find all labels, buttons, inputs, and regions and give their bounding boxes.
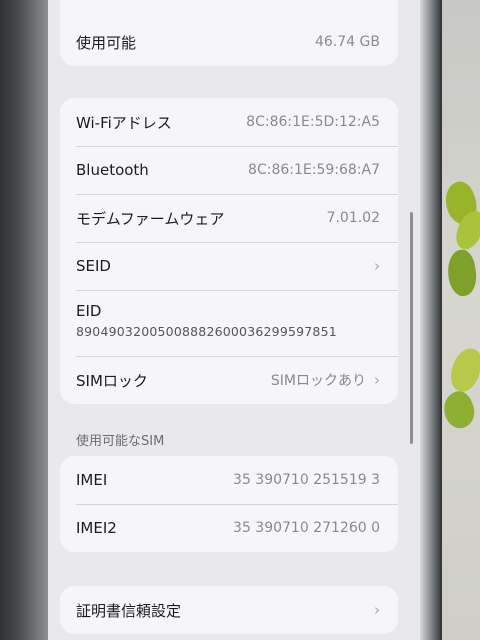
imei-value: 35 390710 251519 3 [233, 472, 380, 488]
seid-label: SEID [76, 257, 111, 275]
chevron-right-icon: › [374, 371, 380, 389]
eid-value: 89049032005008882600036299597851 [76, 324, 337, 339]
modem-firmware-row: モデムファームウェア 7.01.02 [60, 194, 398, 242]
storage-card: 使用可能 46.74 GB [60, 0, 398, 66]
wifi-address-row: Wi-Fiアドレス 8C:86:1E:5D:12:A5 [60, 98, 398, 146]
background [442, 0, 480, 640]
eid-row: EID 89049032005008882600036299597851 [60, 290, 398, 356]
available-sim-section-title: 使用可能なSIM [76, 434, 165, 449]
modem-firmware-value: 7.01.02 [326, 210, 380, 226]
imei2-label: IMEI2 [76, 519, 117, 537]
bluetooth-value: 8C:86:1E:59:68:A7 [248, 162, 380, 178]
imei2-value: 35 390710 271260 0 [233, 520, 380, 536]
chevron-right-icon: › [374, 257, 380, 275]
chevron-right-icon: › [374, 601, 380, 619]
storage-available-value: 46.74 GB [315, 34, 380, 50]
sim-lock-label: SIMロック [76, 371, 148, 390]
certificate-card: 証明書信頼設定 › [60, 586, 398, 634]
imei-row: IMEI 35 390710 251519 3 [60, 456, 398, 504]
wifi-address-label: Wi-Fiアドレス [76, 113, 172, 132]
imei2-row: IMEI2 35 390710 271260 0 [60, 504, 398, 552]
phone-frame-right [420, 0, 442, 640]
imei-label: IMEI [76, 471, 108, 489]
storage-available-row: 使用可能 46.74 GB [60, 18, 398, 66]
sim-lock-value: SIMロックあり [270, 373, 366, 389]
seid-row[interactable]: SEID › [60, 242, 398, 290]
phone-screen: 使用可能 46.74 GB Wi-Fiアドレス 8C:86:1E:5D:12:A… [48, 0, 420, 640]
modem-firmware-label: モデムファームウェア [76, 209, 225, 228]
sim-card-group: IMEI 35 390710 251519 3 IMEI2 35 390710 … [60, 456, 398, 552]
sim-lock-row[interactable]: SIMロック SIMロックあり › [60, 356, 398, 404]
scrollbar[interactable] [410, 212, 413, 444]
bluetooth-row: Bluetooth 8C:86:1E:59:68:A7 [60, 146, 398, 194]
wifi-address-value: 8C:86:1E:5D:12:A5 [246, 114, 380, 130]
network-info-card: Wi-Fiアドレス 8C:86:1E:5D:12:A5 Bluetooth 8C… [60, 98, 398, 404]
certificate-trust-settings-label: 証明書信頼設定 [76, 601, 182, 620]
eid-label: EID [76, 302, 102, 320]
bluetooth-label: Bluetooth [76, 161, 149, 179]
phone-frame-left [0, 0, 48, 640]
certificate-trust-settings-row[interactable]: 証明書信頼設定 › [60, 586, 398, 634]
storage-available-label: 使用可能 [76, 33, 137, 52]
